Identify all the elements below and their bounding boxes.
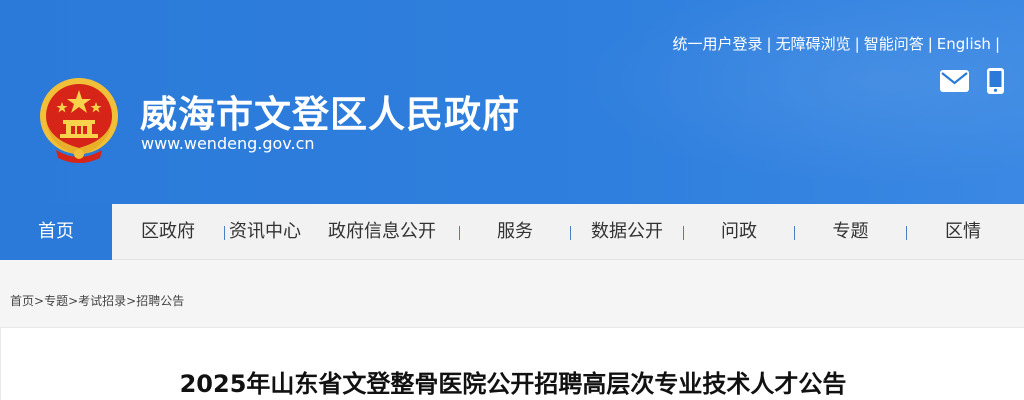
article-content: 2025年山东省文登整骨医院公开招聘高层次专业技术人才公告	[0, 327, 1024, 400]
breadcrumb-separator: >	[126, 294, 137, 308]
nav-item-inquiry[interactable]: 问政	[684, 204, 794, 260]
top-link-login[interactable]: 统一用户登录	[673, 33, 763, 54]
top-link-separator: |	[766, 35, 772, 53]
breadcrumb-recruitment-notice[interactable]: 招聘公告	[136, 294, 184, 308]
top-link-english[interactable]: English	[937, 35, 991, 53]
top-link-smart-qa[interactable]: 智能问答	[864, 33, 924, 54]
top-link-separator: |	[854, 35, 860, 53]
breadcrumb: 首页>专题>考试招录>招聘公告	[10, 292, 184, 309]
nav-item-district-profile[interactable]: 区情	[907, 204, 1019, 260]
site-header: 统一用户登录 | 无障碍浏览 | 智能问答 | English | 威海市文登区…	[0, 0, 1024, 204]
top-links: 统一用户登录 | 无障碍浏览 | 智能问答 | English |	[673, 33, 1004, 54]
top-link-accessibility[interactable]: 无障碍浏览	[776, 33, 851, 54]
top-link-separator: |	[927, 35, 933, 53]
nav-item-data-disclosure[interactable]: 数据公开	[571, 204, 683, 260]
breadcrumb-topics[interactable]: 专题	[44, 294, 68, 308]
article-title: 2025年山东省文登整骨医院公开招聘高层次专业技术人才公告	[179, 370, 847, 398]
mail-icon[interactable]	[940, 70, 969, 96]
national-emblem-icon	[38, 76, 120, 164]
breadcrumb-separator: >	[34, 294, 45, 308]
breadcrumb-separator: >	[68, 294, 79, 308]
nav-item-topics[interactable]: 专题	[795, 204, 906, 260]
site-title: 威海市文登区人民政府	[140, 93, 520, 136]
mobile-phone-icon[interactable]	[987, 68, 1004, 98]
nav-item-district-government[interactable]: 区政府	[112, 204, 224, 260]
main-nav: 首页 区政府 资讯中心 政府信息公开 服务 数据公开 问政 专题 区情	[0, 204, 1024, 260]
breadcrumb-exam-recruitment[interactable]: 考试招录	[78, 294, 126, 308]
nav-item-home[interactable]: 首页	[0, 204, 112, 260]
header-icons	[940, 68, 1004, 98]
nav-item-gov-info-disclosure[interactable]: 政府信息公开	[305, 204, 459, 260]
breadcrumb-home[interactable]: 首页	[10, 294, 34, 308]
top-link-separator: |	[994, 35, 1000, 53]
nav-item-news-center[interactable]: 资讯中心	[225, 204, 305, 260]
site-url: www.wendeng.gov.cn	[141, 134, 315, 153]
nav-item-services[interactable]: 服务	[460, 204, 570, 260]
